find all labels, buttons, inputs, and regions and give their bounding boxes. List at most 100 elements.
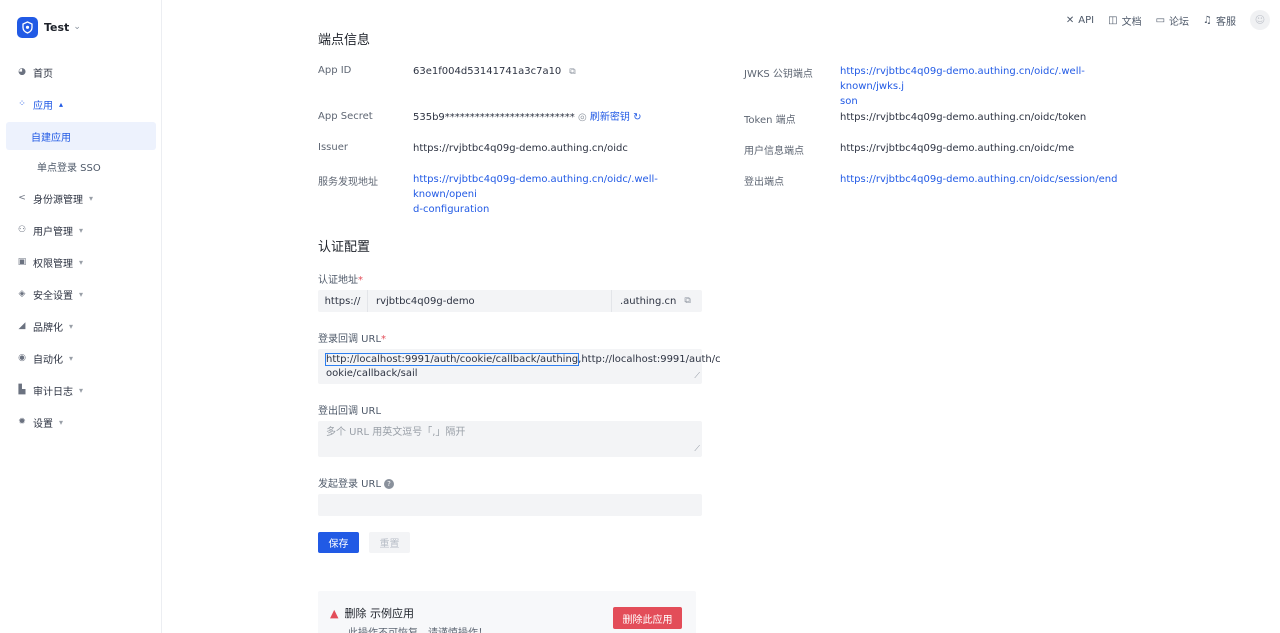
copy-icon[interactable]: ⧉ [684, 296, 690, 306]
danger-title-text: 删除 示例应用 [344, 607, 414, 620]
sidebar-item-audit-logs[interactable]: ▙ 审计日志 ▾ [0, 374, 162, 406]
callback-url-label: 登录回调 URL* [318, 330, 386, 345]
support-label: 客服 [1216, 16, 1236, 28]
sidebar-item-identity-sources[interactable]: < 身份源管理 ▾ [0, 182, 162, 214]
chevron-down-icon: ▾ [79, 225, 84, 235]
sidebar-item-branding[interactable]: ◢ 品牌化 ▾ [0, 310, 162, 342]
app-secret-text: 535b9************************** [413, 112, 575, 123]
chevron-down-icon: ▾ [79, 385, 84, 395]
auth-url-scheme: https:// [318, 290, 368, 312]
sidebar-item-label: 自建应用 [31, 132, 71, 144]
shield-logo-icon [17, 16, 38, 38]
sidebar-item-sso[interactable]: 单点登录 SSO [6, 152, 156, 180]
avatar[interactable]: ☺ [1250, 10, 1270, 30]
reset-button[interactable]: 重置 [369, 532, 410, 553]
required-mark: * [381, 334, 387, 345]
auth-url-suffix: .authing.cn ⧉ [611, 290, 702, 312]
delete-app-button[interactable]: 删除此应用 [613, 607, 682, 629]
sidebar-item-permissions[interactable]: ▣ 权限管理 ▾ [0, 246, 162, 278]
chevron-down-icon: ▾ [69, 321, 74, 331]
app-id-value: 63e1f004d53141741a3c7a10 ⧉ [413, 64, 576, 80]
sidebar-item-security[interactable]: ◈ 安全设置 ▾ [0, 278, 162, 310]
refresh-icon[interactable]: ↻ [633, 112, 641, 123]
logout-callback-textarea[interactable]: 多个 URL 用英文逗号「,」隔开 ⟋ [318, 421, 702, 457]
chart-icon: ▙ [18, 385, 26, 395]
logout-endpoint-label: 登出端点 [744, 177, 784, 188]
app-id-label: App ID [318, 65, 352, 76]
forum-label: 论坛 [1169, 16, 1190, 28]
discovery-line-1: https://rvjbtbc4q09g-demo.authing.cn/oid… [413, 174, 658, 200]
sidebar-item-settings[interactable]: ✹ 设置 ▾ [0, 406, 162, 438]
discovery-link[interactable]: https://rvjbtbc4q09g-demo.authing.cn/oid… [413, 172, 713, 217]
resize-handle-icon[interactable]: ⟋ [694, 369, 700, 383]
userinfo-value: https://rvjbtbc4q09g-demo.authing.cn/oid… [840, 143, 1075, 154]
headset-icon: ♫ [1203, 14, 1212, 26]
gear-icon: ✹ [18, 417, 26, 427]
tools-icon: ✕ [1065, 14, 1075, 26]
issuer-label: Issuer [318, 142, 348, 153]
jwks-link[interactable]: https://rvjbtbc4q09g-demo.authing.cn/oid… [840, 64, 1140, 109]
danger-subtitle: 此操作不可恢复，请谨慎操作！ [348, 624, 488, 633]
sidebar-item-apps[interactable]: ⁘ 应用 ▴ [0, 88, 162, 120]
automation-icon: ◉ [18, 353, 26, 363]
support-link[interactable]: ♫ 客服 [1203, 13, 1236, 28]
sidebar-item-label: 首页 [33, 68, 53, 80]
sidebar-item-label: 安全设置 [33, 290, 73, 302]
callback-url-textarea[interactable]: http://localhost:9991/auth/cookie/callba… [318, 349, 721, 384]
sidebar-item-label: 单点登录 SSO [37, 162, 101, 174]
brush-icon: ◢ [18, 321, 26, 331]
auth-url-input: https:// rvjbtbc4q09g-demo .authing.cn ⧉ [318, 290, 702, 312]
auth-url-subdomain-input[interactable]: rvjbtbc4q09g-demo [368, 296, 611, 307]
app-id-text: 63e1f004d53141741a3c7a10 [413, 66, 562, 77]
token-label: Token 端点 [744, 115, 796, 126]
dashboard-icon: ◕ [18, 67, 26, 77]
chevron-down-icon: ▾ [59, 417, 64, 427]
initiate-login-label: 发起登录 URL? [318, 475, 395, 490]
app-secret-value: 535b9************************** ◎ 刷新密钥 ↻ [413, 110, 641, 125]
logout-callback-label: 登出回调 URL [318, 406, 382, 417]
sidebar-item-label: 权限管理 [33, 258, 73, 270]
warning-icon: ▲ [330, 606, 339, 620]
auth-config-title: 认证配置 [318, 240, 371, 255]
auth-url-label-text: 认证地址 [318, 275, 358, 286]
userinfo-label: 用户信息端点 [744, 146, 804, 157]
users-icon: ⚇ [17, 225, 27, 235]
refresh-secret-link[interactable]: 刷新密钥 [590, 112, 630, 123]
save-button[interactable]: 保存 [318, 532, 359, 553]
callback-url-selected: http://localhost:9991/auth/cookie/callba… [324, 353, 580, 366]
sidebar-item-label: 自动化 [33, 354, 63, 366]
issuer-value: https://rvjbtbc4q09g-demo.authing.cn/oid… [413, 143, 628, 154]
callback-url-label-text: 登录回调 URL [318, 334, 382, 345]
logout-callback-placeholder: 多个 URL 用英文逗号「,」隔开 [326, 427, 466, 438]
copy-icon[interactable]: ⧉ [569, 65, 575, 80]
sidebar-nav: ◕ 首页 ⁘ 应用 ▴ 自建应用 单点登录 SSO < 身份源管理 ▾ ⚇ 用户… [0, 56, 162, 438]
forum-link[interactable]: ▭ 论坛 [1156, 13, 1189, 28]
required-mark: * [358, 275, 363, 286]
share-icon: < [18, 193, 26, 203]
sidebar-item-label: 品牌化 [33, 322, 63, 334]
callback-url-line-1: http://localhost:9991/auth/cookie/callba… [324, 353, 721, 367]
jwks-label: JWKS 公钥端点 [744, 69, 813, 80]
sidebar-item-label: 设置 [33, 418, 53, 430]
api-link[interactable]: ✕ API [1066, 15, 1094, 26]
sidebar-item-home[interactable]: ◕ 首页 [0, 56, 162, 88]
tenant-switcher[interactable]: Test ⌄ [17, 16, 81, 38]
shield-icon: ◈ [18, 289, 26, 299]
initiate-login-input[interactable] [318, 494, 702, 516]
logout-endpoint-link[interactable]: https://rvjbtbc4q09g-demo.authing.cn/oid… [840, 172, 1117, 187]
sidebar-item-label: 审计日志 [33, 386, 73, 398]
auth-url-label: 认证地址* [318, 271, 363, 286]
help-icon[interactable]: ? [384, 479, 395, 489]
docs-label: 文档 [1121, 16, 1142, 28]
top-toolbar: ✕ API ◫ 文档 ▭ 论坛 ♫ 客服 ☺ [1066, 10, 1270, 30]
sidebar-item-custom-apps[interactable]: 自建应用 [6, 122, 156, 150]
chevron-down-icon: ⌄ [73, 22, 81, 32]
callback-url-rest: ,http://localhost:9991/auth/c [578, 354, 721, 365]
app-secret-label: App Secret [318, 111, 373, 122]
sidebar-item-automation[interactable]: ◉ 自动化 ▾ [0, 342, 162, 374]
docs-link[interactable]: ◫ 文档 [1108, 13, 1141, 28]
sidebar-item-users[interactable]: ⚇ 用户管理 ▾ [0, 214, 162, 246]
chevron-up-icon: ▴ [59, 99, 64, 109]
eye-icon[interactable]: ◎ [578, 112, 587, 123]
resize-handle-icon[interactable]: ⟋ [694, 442, 700, 456]
